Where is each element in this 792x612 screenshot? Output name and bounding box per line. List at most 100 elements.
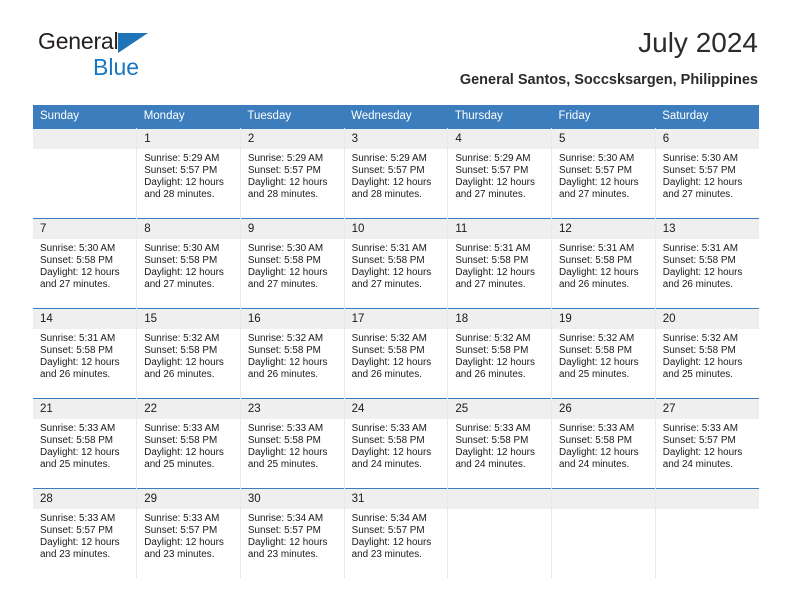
daylight-text: Daylight: 12 hours and 24 minutes. <box>351 447 432 471</box>
calendar-day-cell[interactable]: 2 Sunrise: 5:29 AM Sunset: 5:57 PM Daylight… <box>240 128 345 219</box>
day-details: Sunrise: 5:31 AM Sunset: 5:58 PM Daylight:… <box>345 239 448 291</box>
daylight-text: Daylight: 12 hours and 25 minutes. <box>40 447 120 471</box>
weekday-header-saturday: Saturday <box>655 105 759 129</box>
calendar-day-cell[interactable]: 8 Sunrise: 5:30 AM Sunset: 5:58 PM Daylight… <box>136 218 241 309</box>
daylight-text: Daylight: 12 hours and 28 minutes. <box>144 177 224 201</box>
day-details: Sunrise: 5:33 AM Sunset: 5:58 PM Daylight:… <box>137 419 240 471</box>
calendar-day-cell[interactable]: 27 Sunrise: 5:33 AM Sunset: 5:57 PM Dayligh… <box>655 398 759 489</box>
calendar-day-cell[interactable]: 14 Sunrise: 5:31 AM Sunset: 5:58 PM Dayligh… <box>33 308 138 399</box>
sunset-text: Sunset: 5:58 PM <box>40 435 114 447</box>
calendar-day-cell[interactable]: 22 Sunrise: 5:33 AM Sunset: 5:58 PM Dayligh… <box>136 398 241 489</box>
sunset-text: Sunset: 5:57 PM <box>351 165 425 177</box>
day-details: Sunrise: 5:32 AM Sunset: 5:58 PM Daylight:… <box>448 329 551 381</box>
sunrise-text: Sunrise: 5:29 AM <box>144 153 220 164</box>
sunset-text: Sunset: 5:57 PM <box>40 525 114 537</box>
daylight-text: Daylight: 12 hours and 26 minutes. <box>144 357 224 381</box>
daylight-text: Daylight: 12 hours and 28 minutes. <box>247 177 328 201</box>
calendar-day-cell[interactable]: 6 Sunrise: 5:30 AM Sunset: 5:57 PM Daylight… <box>655 128 759 219</box>
day-number <box>33 129 137 149</box>
weekday-header-thursday: Thursday <box>447 105 552 129</box>
calendar-day-cell[interactable]: 29 Sunrise: 5:33 AM Sunset: 5:57 PM Dayligh… <box>136 488 241 578</box>
day-details: Sunrise: 5:34 AM Sunset: 5:57 PM Daylight:… <box>241 509 344 561</box>
daylight-text: Daylight: 12 hours and 26 minutes. <box>559 267 639 291</box>
sunrise-text: Sunrise: 5:33 AM <box>40 513 116 524</box>
generalblue-logo[interactable]: General Blue <box>38 30 149 80</box>
day-number: 19 <box>552 309 655 329</box>
daylight-text: Daylight: 12 hours and 25 minutes. <box>144 447 224 471</box>
daylight-text: Daylight: 12 hours and 27 minutes. <box>455 177 535 201</box>
daylight-text: Daylight: 12 hours and 24 minutes. <box>455 447 535 471</box>
sunset-text: Sunset: 5:58 PM <box>351 345 425 357</box>
day-details: Sunrise: 5:33 AM Sunset: 5:58 PM Daylight:… <box>345 419 448 471</box>
calendar-day-cell[interactable]: 21 Sunrise: 5:33 AM Sunset: 5:58 PM Dayligh… <box>33 398 138 489</box>
sunset-text: Sunset: 5:57 PM <box>351 525 425 537</box>
sunrise-text: Sunrise: 5:30 AM <box>40 243 116 254</box>
sunrise-text: Sunrise: 5:33 AM <box>144 513 220 524</box>
calendar-day-cell[interactable]: 17 Sunrise: 5:32 AM Sunset: 5:58 PM Dayligh… <box>344 308 449 399</box>
calendar-day-cell[interactable]: 7 Sunrise: 5:30 AM Sunset: 5:58 PM Daylight… <box>33 218 138 309</box>
calendar-day-cell[interactable]: 11 Sunrise: 5:31 AM Sunset: 5:58 PM Dayligh… <box>447 218 553 309</box>
day-details: Sunrise: 5:32 AM Sunset: 5:58 PM Daylight:… <box>552 329 655 381</box>
day-number: 10 <box>344 219 448 239</box>
sunset-text: Sunset: 5:58 PM <box>40 255 114 267</box>
daylight-text: Daylight: 12 hours and 27 minutes. <box>351 267 432 291</box>
sunset-text: Sunset: 5:58 PM <box>247 255 321 267</box>
daylight-text: Daylight: 12 hours and 26 minutes. <box>40 357 120 381</box>
sunrise-text: Sunrise: 5:33 AM <box>455 423 531 434</box>
calendar-day-cell[interactable]: 31 Sunrise: 5:34 AM Sunset: 5:57 PM Dayligh… <box>344 488 449 578</box>
calendar-day-cell[interactable]: 13 Sunrise: 5:31 AM Sunset: 5:58 PM Dayligh… <box>655 218 759 309</box>
calendar-day-cell[interactable]: 25 Sunrise: 5:33 AM Sunset: 5:58 PM Dayligh… <box>447 398 553 489</box>
calendar-day-cell[interactable]: 20 Sunrise: 5:32 AM Sunset: 5:58 PM Dayligh… <box>655 308 759 399</box>
day-details: Sunrise: 5:33 AM Sunset: 5:58 PM Daylight:… <box>33 419 136 471</box>
daylight-text: Daylight: 12 hours and 24 minutes. <box>559 447 639 471</box>
sunrise-text: Sunrise: 5:32 AM <box>247 333 324 344</box>
calendar-day-cell[interactable]: 30 Sunrise: 5:34 AM Sunset: 5:57 PM Dayligh… <box>240 488 345 578</box>
sunset-text: Sunset: 5:58 PM <box>559 255 633 267</box>
calendar-day-cell[interactable]: 23 Sunrise: 5:33 AM Sunset: 5:58 PM Dayligh… <box>240 398 345 489</box>
sunrise-text: Sunrise: 5:31 AM <box>559 243 635 254</box>
day-details: Sunrise: 5:31 AM Sunset: 5:58 PM Daylight:… <box>33 329 136 381</box>
day-number: 18 <box>448 309 552 329</box>
calendar-day-cell[interactable]: 4 Sunrise: 5:29 AM Sunset: 5:57 PM Daylight… <box>447 128 553 219</box>
weekday-header-tuesday: Tuesday <box>240 105 345 129</box>
calendar-day-cell[interactable]: 5 Sunrise: 5:30 AM Sunset: 5:57 PM Daylight… <box>551 128 656 219</box>
sunrise-text: Sunrise: 5:32 AM <box>351 333 427 344</box>
calendar-day-cell[interactable]: 3 Sunrise: 5:29 AM Sunset: 5:57 PM Daylight… <box>344 128 449 219</box>
calendar-day-cell[interactable]: 9 Sunrise: 5:30 AM Sunset: 5:58 PM Daylight… <box>240 218 345 309</box>
daylight-text: Daylight: 12 hours and 23 minutes. <box>247 537 328 561</box>
calendar-day-cell[interactable]: 28 Sunrise: 5:33 AM Sunset: 5:57 PM Dayligh… <box>33 488 138 578</box>
day-number <box>448 489 552 509</box>
day-details: Sunrise: 5:29 AM Sunset: 5:57 PM Daylight:… <box>448 149 551 201</box>
day-number: 24 <box>344 399 448 419</box>
sunrise-text: Sunrise: 5:32 AM <box>455 333 531 344</box>
day-details: Sunrise: 5:32 AM Sunset: 5:58 PM Daylight:… <box>656 329 759 381</box>
weekday-header-row: Sunday Monday Tuesday Wednesday Thursday… <box>33 105 759 129</box>
calendar-day-cell[interactable]: 1 Sunrise: 5:29 AM Sunset: 5:57 PM Daylight… <box>136 128 241 219</box>
calendar-day-cell[interactable]: 18 Sunrise: 5:32 AM Sunset: 5:58 PM Dayligh… <box>447 308 553 399</box>
calendar-day-cell-empty <box>447 488 553 578</box>
calendar-day-cell[interactable]: 26 Sunrise: 5:33 AM Sunset: 5:58 PM Dayligh… <box>551 398 656 489</box>
day-details: Sunrise: 5:31 AM Sunset: 5:58 PM Daylight:… <box>448 239 551 291</box>
calendar-day-cell[interactable]: 19 Sunrise: 5:32 AM Sunset: 5:58 PM Dayligh… <box>551 308 656 399</box>
sunrise-text: Sunrise: 5:30 AM <box>247 243 324 254</box>
calendar-day-cell[interactable]: 16 Sunrise: 5:32 AM Sunset: 5:58 PM Dayligh… <box>240 308 345 399</box>
calendar-day-cell[interactable]: 24 Sunrise: 5:33 AM Sunset: 5:58 PM Dayligh… <box>344 398 449 489</box>
calendar-week-row: 14 Sunrise: 5:31 AM Sunset: 5:58 PM Dayligh… <box>33 308 759 399</box>
sunset-text: Sunset: 5:57 PM <box>247 165 321 177</box>
calendar-body: 1 Sunrise: 5:29 AM Sunset: 5:57 PM Daylight… <box>33 128 759 578</box>
day-number: 4 <box>448 129 552 149</box>
calendar-day-cell[interactable]: 12 Sunrise: 5:31 AM Sunset: 5:58 PM Dayligh… <box>551 218 656 309</box>
daylight-text: Daylight: 12 hours and 25 minutes. <box>662 357 743 381</box>
daylight-text: Daylight: 12 hours and 23 minutes. <box>40 537 120 561</box>
calendar-day-cell[interactable]: 15 Sunrise: 5:32 AM Sunset: 5:58 PM Dayligh… <box>136 308 241 399</box>
sunrise-text: Sunrise: 5:30 AM <box>144 243 220 254</box>
weekday-header-wednesday: Wednesday <box>344 105 448 129</box>
sunset-text: Sunset: 5:58 PM <box>351 435 425 447</box>
page-header: General Blue July 2024 General Santos, S… <box>33 0 759 88</box>
day-details: Sunrise: 5:32 AM Sunset: 5:58 PM Daylight:… <box>241 329 344 381</box>
sunset-text: Sunset: 5:58 PM <box>144 255 218 267</box>
calendar-day-cell[interactable]: 10 Sunrise: 5:31 AM Sunset: 5:58 PM Dayligh… <box>344 218 449 309</box>
day-number: 7 <box>33 219 137 239</box>
day-number: 17 <box>344 309 448 329</box>
sunrise-text: Sunrise: 5:29 AM <box>351 153 427 164</box>
